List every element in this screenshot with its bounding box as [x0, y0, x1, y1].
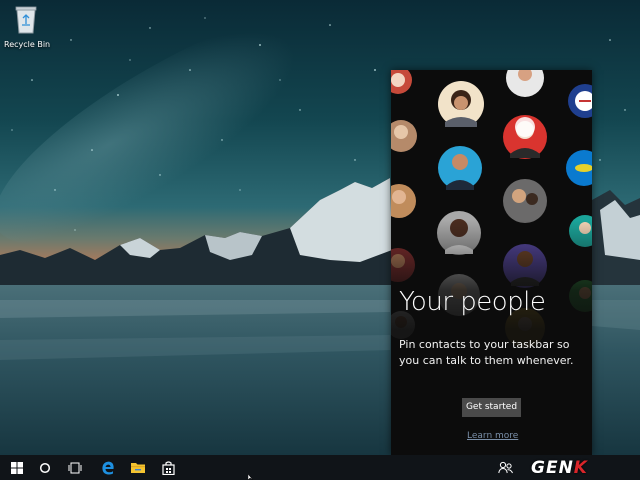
recycle-bin-icon [4, 4, 48, 38]
task-view-icon [68, 462, 82, 473]
people-icon [498, 461, 513, 473]
folder-icon [131, 462, 145, 473]
mouse-cursor [248, 474, 254, 480]
avatar-bubble [438, 146, 482, 190]
file-explorer-button[interactable] [125, 455, 151, 480]
avatar-bubble [391, 184, 416, 218]
avatar-bubble [391, 120, 417, 152]
watermark-text-accent: K [573, 457, 588, 478]
cortana-circle-icon [39, 462, 51, 473]
edge-icon [102, 461, 114, 475]
avatar-bubble [391, 70, 412, 94]
edge-browser-button[interactable] [95, 455, 121, 480]
store-button[interactable] [155, 455, 181, 480]
people-flyout: Your people Pin contacts to your taskbar… [391, 70, 592, 455]
flyout-title: Your people [399, 287, 546, 317]
avatar-bubble [503, 179, 547, 223]
genk-watermark-logo: GEN K [531, 455, 588, 480]
flyout-description: Pin contacts to your taskbar so you can … [399, 338, 574, 367]
store-bag-icon [161, 460, 175, 475]
avatar-bubble [566, 150, 592, 186]
watermark-text: GEN [531, 457, 574, 478]
task-view-button[interactable] [62, 455, 88, 480]
learn-more-link[interactable]: Learn more [467, 431, 518, 441]
cortana-search-button[interactable] [34, 455, 56, 480]
people-tray-button[interactable] [498, 455, 518, 480]
avatar-bubble [506, 70, 544, 97]
avatar-bubble [438, 81, 484, 127]
get-started-button[interactable]: Get started [462, 398, 521, 417]
windows-logo-icon [11, 461, 23, 474]
avatar-bubble [568, 84, 592, 118]
recycle-bin-label: Recycle Bin [4, 40, 51, 49]
avatar-bubble [503, 115, 547, 159]
recycle-bin-shortcut[interactable]: Recycle Bin [4, 4, 51, 49]
start-button[interactable] [0, 455, 34, 480]
